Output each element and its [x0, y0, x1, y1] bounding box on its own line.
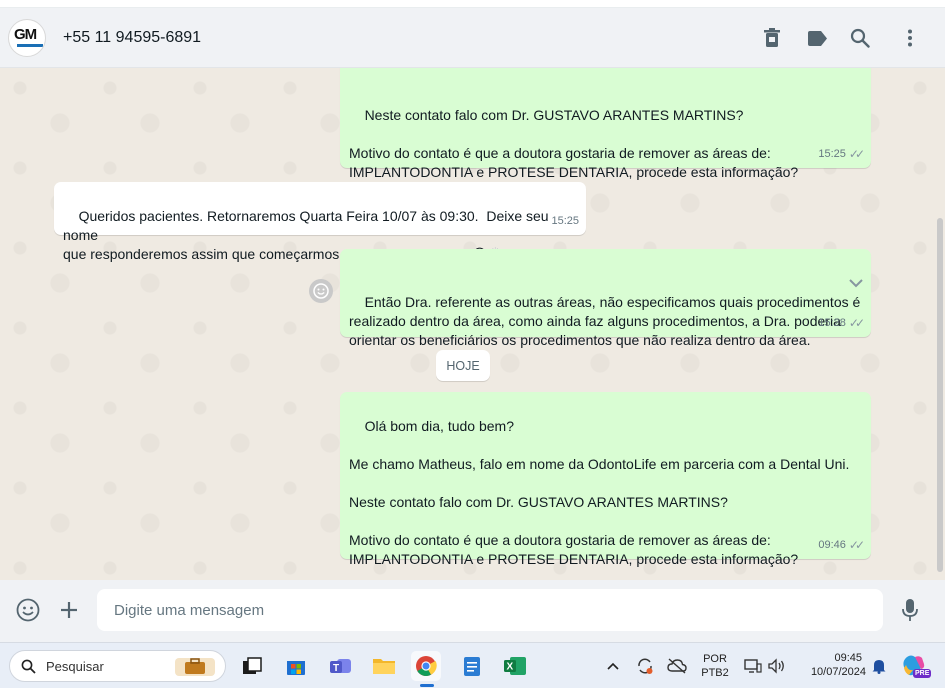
- message-outgoing[interactable]: Então Dra. referente as outras áreas, nã…: [340, 249, 871, 348]
- search-label: Pesquisar: [46, 659, 104, 674]
- chevron-up-icon[interactable]: [598, 651, 628, 681]
- message-time: 15:25: [551, 215, 579, 227]
- avatar-logo-stripe: [17, 44, 43, 47]
- label-icon[interactable]: [805, 26, 829, 50]
- briefcase-icon: [175, 656, 215, 683]
- message-text: Então Dra. referente as outras áreas, nã…: [349, 294, 861, 348]
- message-outgoing[interactable]: Olá bom dia, tudo bem? Me chamo Matheus,…: [340, 392, 871, 567]
- message-meta: 15:28 ✓✓: [818, 314, 865, 333]
- svg-text:X: X: [507, 662, 514, 673]
- contact-name[interactable]: +55 11 94595-6891: [63, 29, 201, 47]
- keyboard-layout[interactable]: POR PTB2: [697, 652, 733, 680]
- svg-text:T: T: [333, 663, 339, 674]
- message-meta: 09:46 ✓✓: [818, 536, 865, 555]
- clock[interactable]: 09:45 10/07/2024: [796, 651, 866, 679]
- message-meta: 15:25: [551, 212, 579, 231]
- active-app-indicator: [420, 684, 434, 687]
- composer-bar: [0, 580, 945, 642]
- cloud-offline-icon[interactable]: [662, 651, 692, 681]
- message-text: Olá bom dia, tudo bem? Me chamo Matheus,…: [349, 418, 850, 567]
- window-top-strip: [0, 0, 945, 8]
- copilot-pre-badge: PRE: [913, 669, 932, 678]
- task-view-icon[interactable]: [237, 651, 267, 681]
- excel-icon[interactable]: X: [500, 651, 530, 681]
- clock-time: 09:45: [834, 652, 862, 664]
- message-meta: 15:25 ✓✓: [818, 145, 865, 164]
- react-emoji-icon[interactable]: [309, 279, 333, 303]
- microsoft-store-icon[interactable]: [281, 651, 311, 681]
- clock-date: 10/07/2024: [810, 666, 866, 678]
- delete-icon[interactable]: [760, 26, 784, 50]
- chat-area[interactable]: Neste contato falo com Dr. GUSTAVO ARANT…: [0, 68, 945, 580]
- contact-avatar[interactable]: GM: [8, 19, 46, 57]
- message-text: Neste contato falo com Dr. GUSTAVO ARANT…: [349, 107, 799, 180]
- menu-icon[interactable]: [898, 26, 922, 50]
- copilot-icon[interactable]: PRE: [900, 651, 932, 681]
- volume-icon[interactable]: [762, 651, 792, 681]
- teams-icon[interactable]: T: [326, 651, 356, 681]
- date-divider: HOJE: [436, 350, 490, 381]
- layout-code: PTB2: [701, 667, 729, 679]
- windows-taskbar: Pesquisar T X POR PTB2 09:45 10/07/2024 …: [0, 642, 945, 688]
- language-code: POR: [703, 653, 727, 665]
- double-check-icon: ✓✓: [848, 538, 865, 552]
- file-explorer-icon[interactable]: [369, 651, 399, 681]
- message-input[interactable]: [97, 589, 883, 631]
- chrome-icon[interactable]: [411, 651, 441, 681]
- search-icon: [21, 659, 36, 679]
- sync-icon[interactable]: [630, 651, 660, 681]
- message-time: 09:46: [818, 539, 846, 551]
- message-outgoing[interactable]: Neste contato falo com Dr. GUSTAVO ARANT…: [340, 68, 871, 180]
- notepad-icon[interactable]: [457, 651, 487, 681]
- message-incoming[interactable]: Queridos pacientes. Retornaremos Quarta …: [54, 182, 586, 262]
- message-time: 15:28: [818, 317, 846, 329]
- avatar-logo-text: GM: [14, 26, 37, 43]
- chat-header: GM +55 11 94595-6891: [0, 8, 945, 68]
- double-check-icon: ✓✓: [848, 316, 865, 330]
- chevron-down-icon[interactable]: [827, 255, 863, 312]
- chat-scrollbar[interactable]: [937, 218, 943, 572]
- search-icon[interactable]: [848, 26, 872, 50]
- microphone-icon[interactable]: [897, 597, 923, 623]
- notification-bell-icon[interactable]: [864, 651, 894, 681]
- emoji-icon[interactable]: [15, 597, 41, 623]
- double-check-icon: ✓✓: [848, 147, 865, 161]
- attach-plus-icon[interactable]: [56, 597, 82, 623]
- message-time: 15:25: [818, 148, 846, 160]
- taskbar-search[interactable]: Pesquisar: [9, 650, 226, 682]
